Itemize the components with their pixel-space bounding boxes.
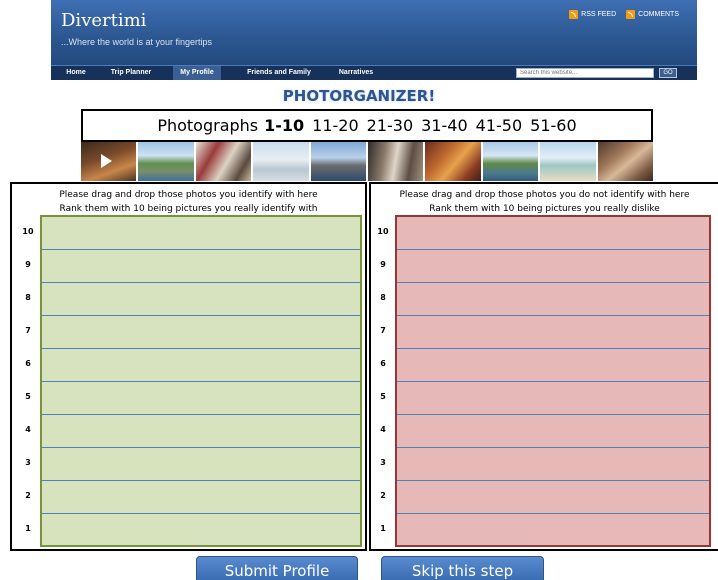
dislike-rank-label: 6 [380, 359, 386, 368]
photo-thumbnail-3[interactable] [195, 142, 252, 181]
photo-thumbnail-9[interactable] [540, 142, 596, 181]
identify-rank-slot-4[interactable] [42, 415, 360, 448]
rss-icon [569, 10, 579, 19]
dislike-rank-label: 1 [380, 524, 386, 533]
photo-thumbnail-8[interactable] [482, 142, 539, 181]
dislike-rank-label: 9 [380, 260, 386, 269]
nav-item-friends-and-family[interactable]: Friends and Family [237, 66, 321, 80]
nav-item-trip-planner[interactable]: Trip Planner [98, 66, 164, 80]
comments-feed-label: COMMENTS [638, 11, 679, 18]
dislike-rank-label: 10 [377, 227, 389, 236]
pager-page-41-50[interactable]: 41-50 [476, 116, 523, 135]
photo-thumbnail-1[interactable] [81, 142, 137, 181]
dislike-instructions-line2: Rank them with 10 being pictures you rea… [429, 204, 660, 214]
identify-drop-zone[interactable] [40, 215, 362, 547]
identify-instructions: Please drag and drop those photos you id… [12, 188, 365, 216]
dislike-rank-label: 4 [380, 425, 386, 434]
photo-thumbnail-2[interactable] [138, 142, 194, 181]
pager-page-21-30[interactable]: 21-30 [367, 116, 414, 135]
dislike-drop-zone[interactable] [395, 215, 711, 547]
identify-rank-slot-9[interactable] [42, 250, 360, 283]
dislike-rank-label: 7 [380, 326, 386, 335]
rss-feed-link[interactable]: RSS FEED [569, 10, 616, 19]
identify-rank-label: 8 [25, 293, 31, 302]
search-go-button[interactable]: GO [659, 68, 677, 78]
photo-pager: Photographs 1-10 11-20 21-30 31-40 41-50 51-60 [81, 109, 653, 142]
identify-rank-slot-8[interactable] [42, 283, 360, 316]
dislike-rank-slot-6[interactable] [397, 349, 709, 382]
nav-item-home[interactable]: Home [57, 66, 95, 80]
pager-page-1-10[interactable]: 1-10 [264, 116, 304, 135]
play-icon [101, 154, 112, 168]
identify-rank-label: 9 [25, 260, 31, 269]
dislike-rank-slot-4[interactable] [397, 415, 709, 448]
dislike-rank-slot-5[interactable] [397, 382, 709, 415]
identify-rank-label: 4 [25, 425, 31, 434]
site-header: Divertimi ...Where the world is at your … [51, 0, 697, 65]
photo-thumbnail-4[interactable] [253, 142, 309, 181]
rss-feed-label: RSS FEED [581, 11, 617, 18]
submit-profile-button[interactable]: Submit Profile [196, 556, 358, 580]
photo-thumbnail-7[interactable] [425, 142, 481, 181]
dislike-rank-slot-3[interactable] [397, 448, 709, 481]
identify-rank-label: 3 [25, 458, 31, 467]
rss-icon [626, 10, 636, 19]
identify-instructions-line1: Please drag and drop those photos you id… [59, 190, 318, 200]
page-title: PHOTORGANIZER! [282, 87, 436, 105]
identify-rank-label: 7 [25, 326, 31, 335]
identify-rank-slot-3[interactable] [42, 448, 360, 481]
main-nav: Home Trip Planner My Profile Friends and… [51, 65, 697, 80]
dislike-rank-slot-1[interactable] [397, 514, 709, 547]
identify-rank-label: 2 [25, 491, 31, 500]
dislike-rank-slot-10[interactable] [397, 217, 709, 250]
photo-thumbnail-6[interactable] [368, 142, 424, 181]
dislike-rank-slot-2[interactable] [397, 481, 709, 514]
pager-label: Photographs [157, 116, 259, 135]
dislike-rank-label: 8 [380, 293, 386, 302]
identify-rank-label: 5 [25, 392, 31, 401]
dislike-rank-label: 2 [380, 491, 386, 500]
dislike-instructions: Please drag and drop those photos you do… [371, 188, 718, 216]
photo-thumbnail-10[interactable] [597, 142, 654, 181]
pager-page-11-20[interactable]: 11-20 [312, 116, 359, 135]
dislike-rank-slot-7[interactable] [397, 316, 709, 349]
identify-rank-label: 6 [25, 359, 31, 368]
identify-instructions-line2: Rank them with 10 being pictures you rea… [59, 204, 318, 214]
identify-rank-slot-10[interactable] [42, 217, 360, 250]
dislike-rank-slot-8[interactable] [397, 283, 709, 316]
site-title[interactable]: Divertimi [61, 10, 146, 31]
identify-rank-slot-1[interactable] [42, 514, 360, 547]
site-tagline: ...Where the world is at your fingertips [61, 37, 213, 47]
nav-item-my-profile[interactable]: My Profile [173, 66, 221, 80]
identify-rank-slot-2[interactable] [42, 481, 360, 514]
feed-links: RSS FEED COMMENTS [569, 10, 679, 19]
skip-step-button[interactable]: Skip this step [381, 556, 544, 580]
comments-feed-link[interactable]: COMMENTS [626, 10, 679, 19]
identify-rank-label: 10 [22, 227, 34, 236]
identify-rank-slot-6[interactable] [42, 349, 360, 382]
dislike-rank-label: 3 [380, 458, 386, 467]
identify-rank-slot-5[interactable] [42, 382, 360, 415]
dislike-panel: Please drag and drop those photos you do… [369, 182, 718, 551]
nav-item-narratives[interactable]: Narratives [331, 66, 381, 80]
identify-panel: Please drag and drop those photos you id… [10, 182, 367, 551]
search-input[interactable] [516, 68, 654, 78]
pager-page-51-60[interactable]: 51-60 [530, 116, 577, 135]
dislike-rank-label: 5 [380, 392, 386, 401]
dislike-rank-slot-9[interactable] [397, 250, 709, 283]
pager-page-31-40[interactable]: 31-40 [421, 116, 468, 135]
identify-rank-label: 1 [25, 524, 31, 533]
photo-thumbnail-5[interactable] [310, 142, 367, 181]
photo-strip [81, 142, 654, 181]
dislike-instructions-line1: Please drag and drop those photos you do… [399, 190, 690, 200]
identify-rank-slot-7[interactable] [42, 316, 360, 349]
